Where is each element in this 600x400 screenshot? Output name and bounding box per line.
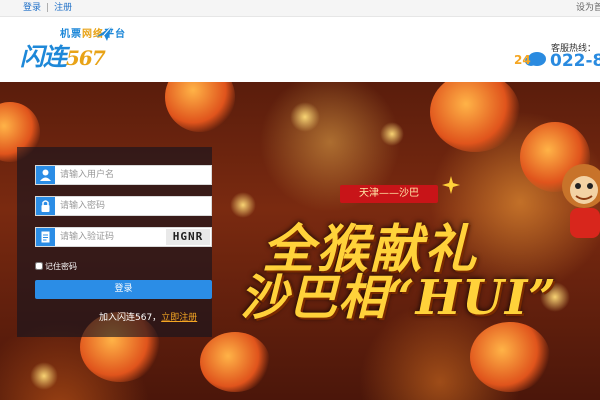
join-text: 加入闪连567， — [99, 313, 162, 323]
lock-icon — [36, 197, 55, 215]
site-header: 机票网络平台 闪连567 24 客服热线： 022-84 — [0, 17, 600, 82]
captcha-input[interactable] — [60, 228, 180, 246]
promo-subtitle: 沙巴相“HUI” — [240, 270, 557, 326]
register-now-link[interactable]: 立即注册 — [161, 313, 197, 323]
login-link[interactable]: 登录 — [23, 3, 41, 13]
hotline-number: 022-84 — [550, 51, 600, 71]
login-panel: HGNR 记住密码 登录 加入闪连567，立即注册 — [17, 147, 212, 337]
monkey-mascot-icon — [562, 164, 600, 238]
light-glow — [230, 192, 256, 218]
lantern-decoration — [165, 82, 235, 132]
username-field[interactable] — [35, 165, 212, 185]
top-utility-bar: 登录 | 注册 设为首页 — [0, 0, 600, 17]
logo-name: 闪连567 — [20, 42, 106, 71]
light-glow — [290, 102, 320, 132]
set-homepage-link[interactable]: 设为首页 — [576, 0, 600, 16]
remember-label: 记住密码 — [45, 262, 77, 271]
remember-password[interactable]: 记住密码 — [35, 261, 77, 272]
password-field[interactable] — [35, 196, 212, 216]
auth-links: 登录 | 注册 — [23, 0, 72, 16]
register-link[interactable]: 注册 — [54, 3, 72, 13]
username-input[interactable] — [60, 166, 180, 184]
light-glow — [380, 122, 404, 146]
lantern-decoration — [200, 332, 270, 392]
user-icon — [36, 166, 55, 184]
link-separator: | — [46, 3, 50, 13]
lantern-decoration — [430, 82, 520, 152]
lantern-decoration — [470, 322, 550, 392]
remember-checkbox[interactable] — [35, 262, 43, 270]
promo-route-tag: 天津——沙巴 — [340, 185, 438, 203]
promo-banner[interactable]: 天津——沙巴 全猴献礼 沙巴相“HUI” 请输入用户名 请输入验证码 HGNR … — [0, 82, 600, 400]
hotline-24-badge: 24 — [514, 53, 531, 67]
light-glow — [30, 362, 58, 390]
captcha-field[interactable]: HGNR — [35, 227, 212, 247]
plane-icon — [96, 25, 113, 41]
captcha-image[interactable]: HGNR — [166, 229, 210, 245]
password-input[interactable] — [60, 197, 180, 215]
sparkle-icon — [442, 176, 460, 194]
document-icon — [36, 228, 55, 246]
site-logo[interactable]: 机票网络平台 闪连567 — [20, 23, 125, 75]
join-prompt: 加入闪连567，立即注册 — [99, 310, 197, 323]
login-button[interactable]: 登录 — [35, 280, 212, 299]
